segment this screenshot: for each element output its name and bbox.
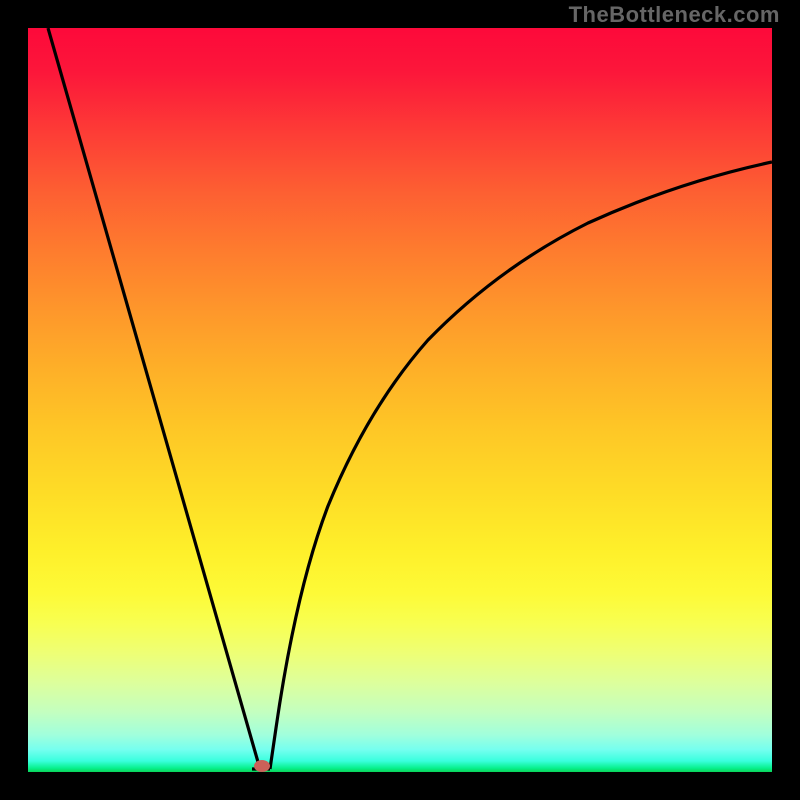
plot-area [28,28,772,772]
chart-frame: TheBottleneck.com [0,0,800,800]
min-point-marker [254,760,270,772]
curve-right-branch [270,162,772,769]
curve-left-branch [48,28,260,769]
watermark-text: TheBottleneck.com [569,2,780,28]
bottleneck-curve [28,28,772,772]
